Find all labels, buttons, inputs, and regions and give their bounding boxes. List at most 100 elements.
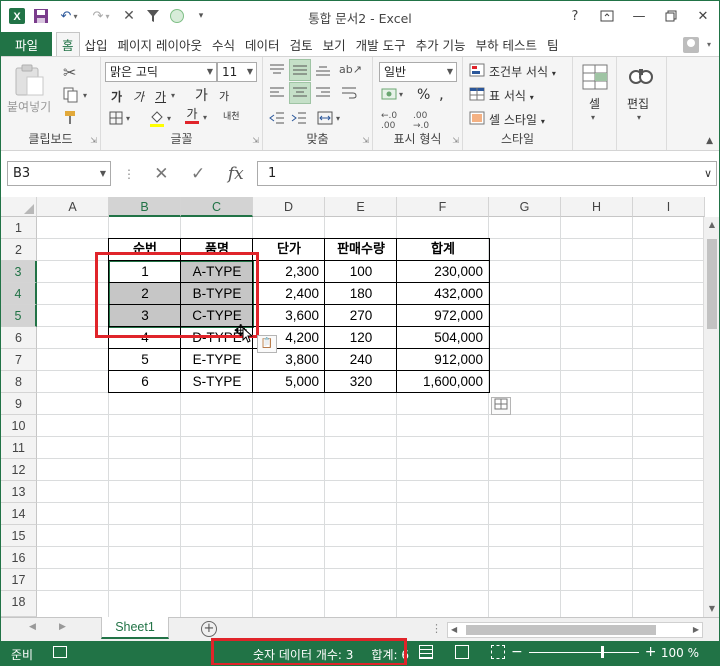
column-header-h[interactable]: H bbox=[561, 197, 633, 217]
find-icon[interactable] bbox=[627, 63, 655, 91]
close-icon[interactable]: ✕ bbox=[687, 1, 719, 31]
vertical-scrollbar[interactable]: ▲ ▼ bbox=[703, 217, 719, 617]
table-cell[interactable]: 230,000 bbox=[397, 261, 489, 283]
tab-insert[interactable]: 삽입 bbox=[80, 32, 113, 57]
quick-analysis-icon[interactable] bbox=[491, 397, 511, 415]
increase-indent-icon[interactable] bbox=[291, 111, 307, 125]
italic-button[interactable]: 가 bbox=[133, 88, 144, 105]
column-header-f[interactable]: F bbox=[397, 197, 489, 217]
table-cell[interactable]: 972,000 bbox=[397, 305, 489, 327]
page-layout-view-icon[interactable] bbox=[455, 645, 469, 659]
cells-icon[interactable] bbox=[581, 63, 609, 91]
expand-formula-icon[interactable]: ∨ bbox=[704, 162, 712, 185]
table-cell[interactable]: S-TYPE bbox=[181, 371, 253, 393]
table-cell[interactable]: 5,000 bbox=[253, 371, 325, 393]
font-grow-button[interactable]: 가 bbox=[195, 85, 208, 105]
vertical-scroll-thumb[interactable] bbox=[707, 239, 717, 329]
tab-view[interactable]: 보기 bbox=[318, 32, 351, 57]
table-header[interactable]: 단가 bbox=[253, 239, 325, 261]
page-break-view-icon[interactable] bbox=[491, 645, 505, 659]
column-header-i[interactable]: I bbox=[633, 197, 705, 217]
font-color-dropdown-icon[interactable]: ▾ bbox=[203, 113, 207, 122]
ribbon-display-icon[interactable] bbox=[591, 1, 623, 31]
row-header-3[interactable]: 3 bbox=[1, 261, 37, 283]
phonetic-button[interactable]: 내천 bbox=[223, 109, 240, 122]
account-dropdown-icon[interactable]: ▾ bbox=[707, 40, 711, 49]
tab-load-test[interactable]: 부하 테스트 bbox=[471, 32, 542, 57]
underline-button[interactable]: 가 bbox=[155, 88, 166, 105]
cancel-icon[interactable]: ✕ bbox=[154, 164, 168, 184]
merge-center-icon[interactable]: ▾ bbox=[317, 111, 340, 125]
alignment-launcher-icon[interactable]: ⇲ bbox=[362, 136, 369, 145]
row-header-15[interactable]: 15 bbox=[1, 525, 37, 547]
worksheet-grid[interactable]: A B C D E F G H I 1 2 3 4 5 6 7 8 9 10 1… bbox=[1, 197, 719, 617]
table-cell[interactable]: 270 bbox=[325, 305, 397, 327]
table-cell[interactable]: 320 bbox=[325, 371, 397, 393]
table-cell[interactable]: 240 bbox=[325, 349, 397, 371]
help-icon[interactable]: ? bbox=[559, 1, 591, 31]
formula-input[interactable]: 1 ∨ bbox=[257, 161, 717, 186]
zoom-knob[interactable] bbox=[600, 645, 604, 658]
align-right-icon[interactable] bbox=[315, 86, 331, 100]
row-header-14[interactable]: 14 bbox=[1, 503, 37, 525]
conditional-format-button[interactable]: 조건부 서식 ▾ bbox=[489, 63, 556, 80]
align-bottom-icon[interactable] bbox=[315, 63, 331, 77]
table-cell[interactable]: 504,000 bbox=[397, 327, 489, 349]
copy-icon[interactable]: ▾ bbox=[63, 87, 87, 103]
font-launcher-icon[interactable]: ⇲ bbox=[252, 136, 259, 145]
font-color-icon[interactable]: 가 bbox=[185, 107, 199, 124]
row-header-9[interactable]: 9 bbox=[1, 393, 37, 415]
restore-icon[interactable] bbox=[655, 1, 687, 31]
name-box[interactable]: B3 ▼ bbox=[7, 161, 111, 186]
tab-page-layout[interactable]: 페이지 레이아웃 bbox=[113, 32, 207, 57]
font-name-select[interactable]: 맑은 고딕 ▼ bbox=[105, 62, 217, 82]
paste-icon[interactable] bbox=[13, 63, 45, 100]
column-header-a[interactable]: A bbox=[37, 197, 109, 217]
tab-home[interactable]: 홈 bbox=[56, 32, 80, 57]
scroll-left-icon[interactable]: ◀ bbox=[451, 623, 457, 637]
cell-styles-icon[interactable] bbox=[469, 111, 485, 125]
insert-function-icon[interactable]: fx bbox=[228, 164, 244, 184]
tab-formulas[interactable]: 수식 bbox=[207, 32, 240, 57]
scroll-down-icon[interactable]: ▼ bbox=[704, 601, 719, 617]
horizontal-scroll-thumb[interactable] bbox=[466, 625, 656, 635]
borders-icon[interactable]: ▾ bbox=[109, 111, 130, 125]
row-header-18[interactable]: 18 bbox=[1, 591, 37, 617]
zoom-out-icon[interactable]: − bbox=[511, 644, 523, 660]
table-cell[interactable]: 432,000 bbox=[397, 283, 489, 305]
orientation-icon[interactable]: ab↗ bbox=[339, 63, 362, 76]
align-middle-icon[interactable] bbox=[289, 59, 311, 81]
row-header-4[interactable]: 4 bbox=[1, 283, 37, 305]
table-format-button[interactable]: 표 서식 ▾ bbox=[489, 87, 534, 104]
row-header-5[interactable]: 5 bbox=[1, 305, 37, 327]
namebox-splitter-icon[interactable]: ⋮ bbox=[123, 167, 135, 181]
table-cell[interactable]: 6 bbox=[109, 371, 181, 393]
row-header-6[interactable]: 6 bbox=[1, 327, 37, 349]
bold-button[interactable]: 가 bbox=[111, 88, 122, 105]
prev-sheet-icon[interactable]: ◀ bbox=[29, 622, 36, 632]
collapse-ribbon-icon[interactable]: ▲ bbox=[706, 136, 713, 146]
cells-button[interactable]: 셀 bbox=[589, 95, 600, 112]
table-cell[interactable]: E-TYPE bbox=[181, 349, 253, 371]
decrease-indent-icon[interactable] bbox=[269, 111, 285, 125]
editing-button[interactable]: 편집 bbox=[627, 95, 649, 112]
tab-review[interactable]: 검토 bbox=[285, 32, 318, 57]
underline-dropdown-icon[interactable]: ▾ bbox=[171, 91, 175, 100]
enter-icon[interactable]: ✓ bbox=[191, 164, 205, 184]
macro-record-icon[interactable] bbox=[53, 646, 67, 658]
tab-file[interactable]: 파일 bbox=[1, 32, 53, 57]
conditional-format-icon[interactable] bbox=[469, 63, 485, 77]
font-size-select[interactable]: 11 ▼ bbox=[217, 62, 257, 82]
percent-button[interactable]: % bbox=[417, 87, 430, 103]
scroll-right-icon[interactable]: ▶ bbox=[693, 623, 699, 637]
format-painter-icon[interactable] bbox=[63, 109, 79, 125]
tab-add-ins[interactable]: 추가 기능 bbox=[411, 32, 471, 57]
editing-dropdown-icon[interactable]: ▾ bbox=[637, 113, 641, 122]
align-top-icon[interactable] bbox=[269, 63, 285, 77]
tab-data[interactable]: 데이터 bbox=[240, 32, 285, 57]
align-left-icon[interactable] bbox=[269, 86, 285, 100]
row-header-7[interactable]: 7 bbox=[1, 349, 37, 371]
table-header[interactable]: 판매수량 bbox=[325, 239, 397, 261]
table-cell[interactable]: 2,400 bbox=[253, 283, 325, 305]
sheet-tab-sheet1[interactable]: Sheet1 bbox=[101, 617, 169, 639]
